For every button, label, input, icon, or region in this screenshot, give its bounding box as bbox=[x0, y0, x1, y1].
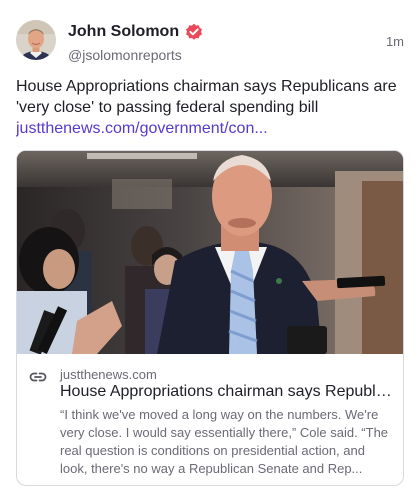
card-domain: justthenews.com bbox=[60, 367, 157, 382]
card-title[interactable]: House Appropriations chairman says Repub… bbox=[60, 383, 392, 401]
author-handle[interactable]: @jsolomonreports bbox=[68, 47, 203, 63]
author-name[interactable]: John Solomon bbox=[68, 23, 179, 41]
link-preview-card[interactable]: justthenews.com House Appropriations cha… bbox=[16, 150, 404, 486]
author-block[interactable]: John Solomon @jsolomonreports bbox=[68, 22, 203, 63]
link-preview-body[interactable]: justthenews.com House Appropriations cha… bbox=[17, 354, 403, 485]
verified-badge-icon bbox=[185, 23, 203, 41]
post[interactable]: John Solomon @jsolomonreports 1m House A… bbox=[0, 0, 420, 500]
post-body: House Appropriations chairman says Repub… bbox=[16, 78, 397, 116]
link-icon bbox=[29, 368, 47, 386]
post-link[interactable]: justthenews.com/government/con... bbox=[16, 118, 408, 139]
post-timestamp[interactable]: 1m bbox=[386, 34, 404, 49]
card-description: “I think we've moved a long way on the n… bbox=[60, 407, 389, 476]
post-text: House Appropriations chairman says Repub… bbox=[16, 76, 408, 139]
link-preview-image[interactable] bbox=[17, 151, 403, 354]
avatar[interactable] bbox=[16, 20, 56, 60]
author-name-row: John Solomon bbox=[68, 22, 203, 42]
